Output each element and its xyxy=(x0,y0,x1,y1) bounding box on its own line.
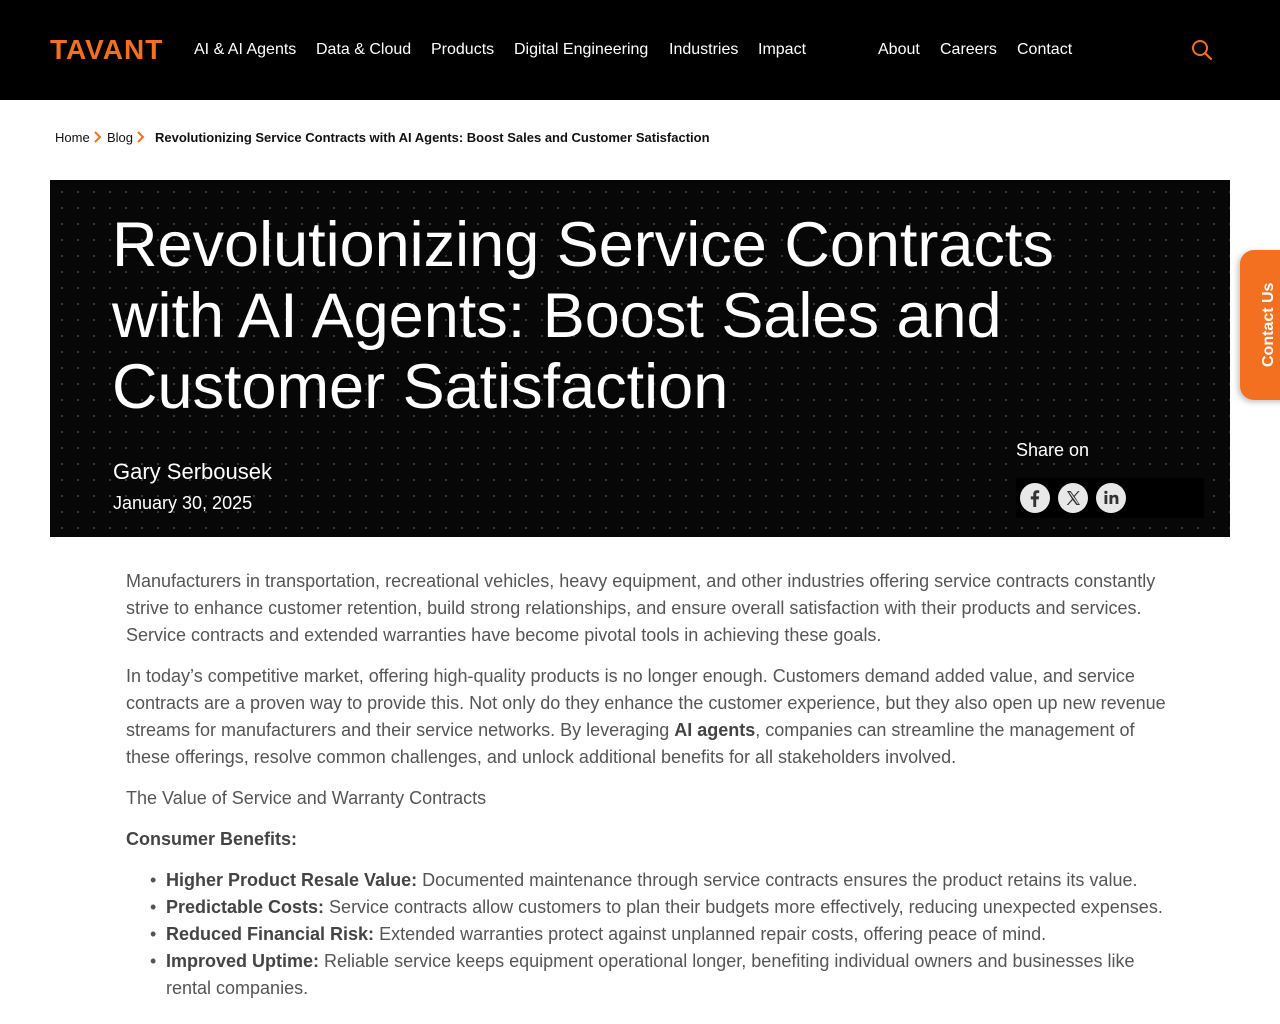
page-title: Revolutionizing Service Contracts with A… xyxy=(112,210,1054,422)
nav-impact[interactable]: Impact xyxy=(758,41,806,59)
nav-about[interactable]: About xyxy=(878,41,920,59)
benefit-text: Service contracts allow customers to pla… xyxy=(324,897,1163,917)
benefit-title: Reduced Financial Risk: xyxy=(166,924,375,944)
author-name[interactable]: Gary Serbousek xyxy=(113,460,272,484)
hero-banner: Revolutionizing Service Contracts with A… xyxy=(50,180,1230,537)
share-label: Share on xyxy=(1016,440,1090,460)
publish-date: January 30, 2025 xyxy=(113,493,253,513)
article-paragraph-market: In today’s competitive market, offering … xyxy=(126,663,1166,771)
facebook-icon[interactable] xyxy=(1020,483,1050,513)
breadcrumb-home[interactable]: Home xyxy=(55,130,90,145)
list-item: • Reduced Financial Risk: Extended warran… xyxy=(126,921,1166,948)
benefit-title: Improved Uptime: xyxy=(166,951,320,971)
chevron-right-icon xyxy=(94,131,102,143)
article-body: Manufacturers in transportation, recreat… xyxy=(126,568,1166,1002)
benefit-title: Predictable Costs: xyxy=(166,897,325,917)
section-heading: The Value of Service and Warranty Contra… xyxy=(126,788,487,808)
nav-careers[interactable]: Careers xyxy=(940,41,997,59)
list-item: • Predictable Costs: Service contracts al… xyxy=(126,894,1166,921)
site-header: TAVANT AI & AI Agents Data & Cloud Produ… xyxy=(0,0,1280,100)
benefits-list: • Higher Product Resale Value: Documented… xyxy=(126,867,1166,1002)
breadcrumb-current: Revolutionizing Service Contracts with A… xyxy=(155,130,710,145)
article-paragraph-intro: Manufacturers in transportation, recreat… xyxy=(126,571,1156,645)
nav-contact[interactable]: Contact xyxy=(1017,41,1072,59)
list-item: • Improved Uptime: Reliable service keeps… xyxy=(126,948,1166,1002)
x-twitter-icon[interactable] xyxy=(1058,483,1088,513)
nav-digital-engineering[interactable]: Digital Engineering xyxy=(514,41,648,59)
contact-us-label: Contact Us xyxy=(1260,282,1277,367)
bullet-icon: • xyxy=(150,924,157,944)
nav-data-cloud[interactable]: Data & Cloud xyxy=(316,41,411,59)
nav-industries[interactable]: Industries xyxy=(669,41,738,59)
ai-agents-link[interactable]: AI agents xyxy=(674,720,755,740)
bullet-icon: • xyxy=(150,870,157,890)
search-icon[interactable] xyxy=(1190,38,1214,62)
chevron-right-icon xyxy=(137,131,145,143)
nav-ai-agents[interactable]: AI & AI Agents xyxy=(194,41,296,59)
linkedin-icon[interactable] xyxy=(1096,483,1126,513)
list-item: • Higher Product Resale Value: Documented… xyxy=(126,867,1166,894)
share-buttons xyxy=(1016,478,1204,518)
contact-us-tab[interactable]: Contact Us xyxy=(1240,250,1280,400)
benefit-title: Higher Product Resale Value: xyxy=(166,870,418,890)
benefit-text: Documented maintenance through service c… xyxy=(417,870,1138,890)
nav-products[interactable]: Products xyxy=(431,41,494,59)
benefit-text: Extended warranties protect against unpl… xyxy=(374,924,1047,944)
bullet-icon: • xyxy=(150,897,157,917)
tavant-logo[interactable]: TAVANT xyxy=(50,36,163,64)
benefits-heading: Consumer Benefits: xyxy=(126,829,298,849)
bullet-icon: • xyxy=(150,951,157,971)
breadcrumb-blog[interactable]: Blog xyxy=(107,130,133,145)
